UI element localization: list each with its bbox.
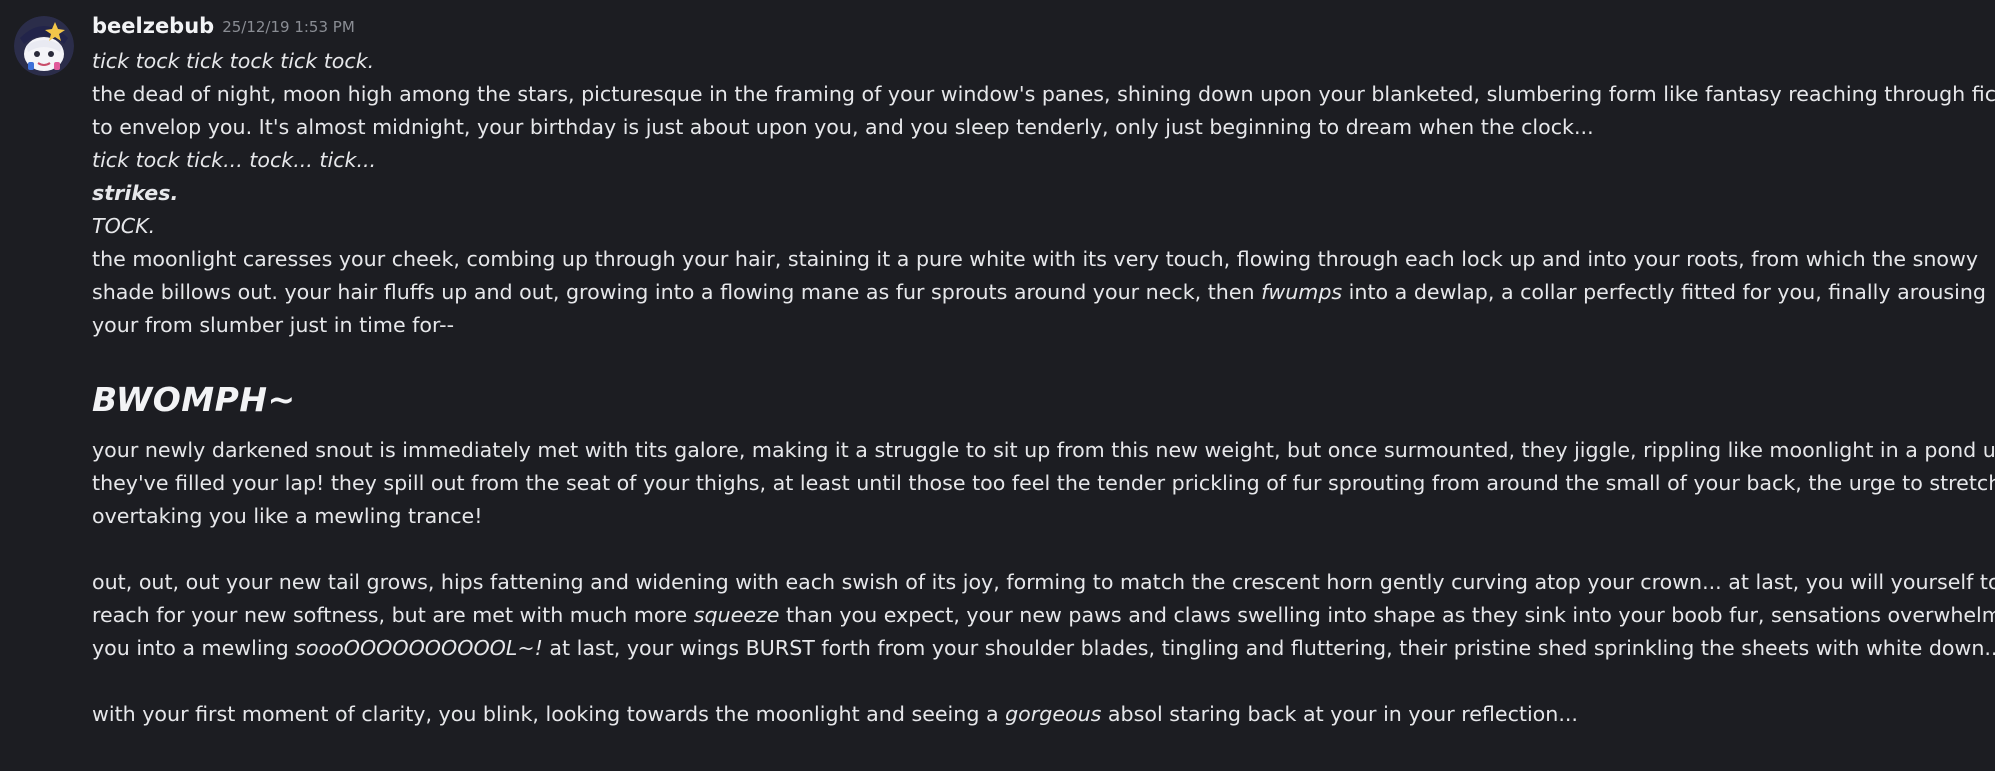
text-run: with your first moment of clarity, you b… xyxy=(92,702,1006,726)
message-timestamp: 25/12/19 1:53 PM xyxy=(222,18,355,36)
emphasis-text: squeeze xyxy=(693,603,780,627)
message-line: they've filled your lap! they spill out … xyxy=(92,471,1995,495)
message-line: tick tock tick tock tick tock. xyxy=(92,49,375,73)
message-line: TOCK. xyxy=(92,214,156,238)
message-header: beelzebub 25/12/19 1:53 PM xyxy=(92,14,355,38)
message-line: overtaking you like a mewling trance! xyxy=(92,504,483,528)
message-line: the moonlight caresses your cheek, combi… xyxy=(92,247,1979,271)
avatar[interactable] xyxy=(14,16,74,76)
message-content: tick tock tick tock tick tock. the dead … xyxy=(92,45,1995,731)
emphasis-text: fwumps xyxy=(1261,280,1343,304)
avatar-icon xyxy=(14,16,74,76)
chat-message: beelzebub 25/12/19 1:53 PM tick tock tick… xyxy=(0,0,1995,771)
message-line: tick tock tick... tock... tick... xyxy=(92,148,377,172)
message-line: reach for your new softness, but are met… xyxy=(92,599,1995,632)
text-run: into a dewlap, a collar perfectly fitted… xyxy=(1342,280,1986,304)
message-heading: BWOMPH~ xyxy=(92,380,296,419)
message-line: your from slumber just in time for-- xyxy=(92,313,455,337)
message-line: the dead of night, moon high among the s… xyxy=(92,82,1995,106)
emphasis-text: soooOOOOOOOOOOL~! xyxy=(295,636,543,660)
text-run: than you expect, your new paws and claws… xyxy=(779,603,1995,627)
message-line: to envelop you. It's almost midnight, yo… xyxy=(92,115,1594,139)
text-run: shade billows out. your hair fluffs up a… xyxy=(92,280,1262,304)
text-run: reach for your new softness, but are met… xyxy=(92,603,694,627)
author-name[interactable]: beelzebub xyxy=(92,14,214,38)
message-line: shade billows out. your hair fluffs up a… xyxy=(92,276,1987,309)
message-line: out, out, out your new tail grows, hips … xyxy=(92,570,1995,594)
message-line: your newly darkened snout is immediately… xyxy=(92,438,1995,462)
message-line: you into a mewling soooOOOOOOOOOOL~! at … xyxy=(92,632,1995,665)
emphasis-text: gorgeous xyxy=(1005,702,1102,726)
text-run: you into a mewling xyxy=(92,636,296,660)
text-run: at last, your wings BURST forth from you… xyxy=(542,636,1995,660)
text-run: absol staring back at your in your refle… xyxy=(1101,702,1578,726)
message-line: with your first moment of clarity, you b… xyxy=(92,698,1987,731)
message-line: strikes. xyxy=(92,181,179,205)
